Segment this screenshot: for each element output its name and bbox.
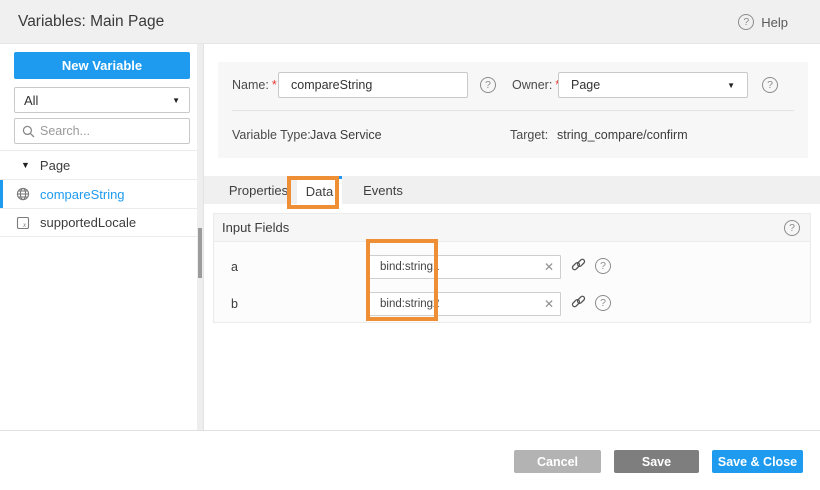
save-button[interactable]: Save: [614, 450, 699, 473]
svg-text:x: x: [22, 221, 27, 229]
tab-data[interactable]: Data: [297, 176, 342, 204]
tree-item-comparestring[interactable]: compareString: [0, 179, 197, 208]
tree-group-page[interactable]: ▼ Page: [0, 150, 197, 179]
variable-icon: x: [16, 216, 30, 230]
variable-filter-value: All: [24, 93, 38, 108]
tab-events[interactable]: Events: [354, 176, 412, 204]
required-asterisk: *: [272, 78, 277, 92]
detail-tab-bar: Properties Data Events: [204, 176, 820, 204]
link-icon[interactable]: [571, 257, 586, 272]
page-title: Variables: Main Page: [18, 13, 164, 31]
input-fields-header: Input Fields ?: [214, 214, 810, 242]
target-value: string_compare/confirm: [557, 122, 688, 148]
save-and-close-button[interactable]: Save & Close: [712, 450, 803, 473]
field-help-icon[interactable]: ?: [595, 295, 611, 311]
name-label: Name:*: [232, 72, 277, 98]
dialog-header: Variables: Main Page ? Help: [0, 0, 820, 44]
field-help-icon[interactable]: ?: [595, 258, 611, 274]
variable-type-value: Java Service: [310, 122, 382, 148]
tree-item-supportedlocale[interactable]: x supportedLocale: [0, 208, 197, 237]
service-icon: [16, 187, 30, 201]
name-input[interactable]: [278, 72, 468, 98]
help-button[interactable]: ? Help: [738, 0, 788, 44]
sidebar-scrollbar[interactable]: [197, 44, 203, 430]
owner-select[interactable]: Page ▼: [558, 72, 748, 98]
field-label: b: [231, 297, 238, 311]
owner-value: Page: [571, 78, 600, 92]
variable-filter-select[interactable]: All ▼: [14, 87, 190, 113]
owner-help-icon[interactable]: ?: [762, 77, 778, 93]
clear-icon[interactable]: ✕: [544, 296, 554, 312]
variable-search-box[interactable]: [14, 118, 190, 144]
selected-indicator: [0, 180, 3, 208]
variables-tree: ▼ Page compareString x supportedLocale: [0, 150, 197, 237]
variable-summary-panel: Name:* ? Owner:* Page ▼ ? Variable Type:…: [218, 62, 808, 158]
target-label: Target:: [510, 122, 548, 148]
scrollbar-thumb[interactable]: [198, 228, 202, 278]
help-label: Help: [761, 15, 788, 30]
input-fields-section: Input Fields ? a ✕ ? b ✕: [213, 213, 811, 323]
chevron-down-icon: ▼: [172, 96, 180, 105]
field-label: a: [231, 260, 238, 274]
variable-type-label: Variable Type:: [232, 122, 311, 148]
bind-input-b[interactable]: [369, 292, 561, 316]
dialog-footer: Cancel Save Save & Close: [0, 430, 820, 490]
tab-properties[interactable]: Properties: [224, 176, 293, 204]
input-field-row-a: a ✕ ?: [214, 248, 810, 285]
chevron-down-icon: ▼: [727, 81, 735, 90]
owner-label: Owner:*: [512, 72, 560, 98]
search-icon: [22, 125, 35, 138]
cancel-button[interactable]: Cancel: [514, 450, 601, 473]
clear-icon[interactable]: ✕: [544, 259, 554, 275]
variables-sidebar: New Variable All ▼ ▼ Page compareString: [0, 44, 204, 430]
variables-dialog: Variables: Main Page ? Help New Variable…: [0, 0, 820, 490]
input-fields-help-icon[interactable]: ?: [784, 220, 800, 236]
name-help-icon[interactable]: ?: [480, 77, 496, 93]
tree-collapse-icon[interactable]: ▼: [21, 160, 30, 170]
panel-divider: [232, 110, 794, 111]
tree-group-label: Page: [40, 158, 70, 173]
variable-detail-pane: Name:* ? Owner:* Page ▼ ? Variable Type:…: [204, 44, 820, 430]
search-input[interactable]: [40, 124, 182, 138]
tree-item-label: compareString: [40, 187, 125, 202]
input-fields-title: Input Fields: [222, 220, 289, 235]
tree-item-label: supportedLocale: [40, 215, 136, 230]
new-variable-button[interactable]: New Variable: [14, 52, 190, 79]
input-field-row-b: b ✕ ?: [214, 285, 810, 322]
link-icon[interactable]: [571, 294, 586, 309]
help-question-icon: ?: [738, 14, 754, 30]
bind-input-a[interactable]: [369, 255, 561, 279]
